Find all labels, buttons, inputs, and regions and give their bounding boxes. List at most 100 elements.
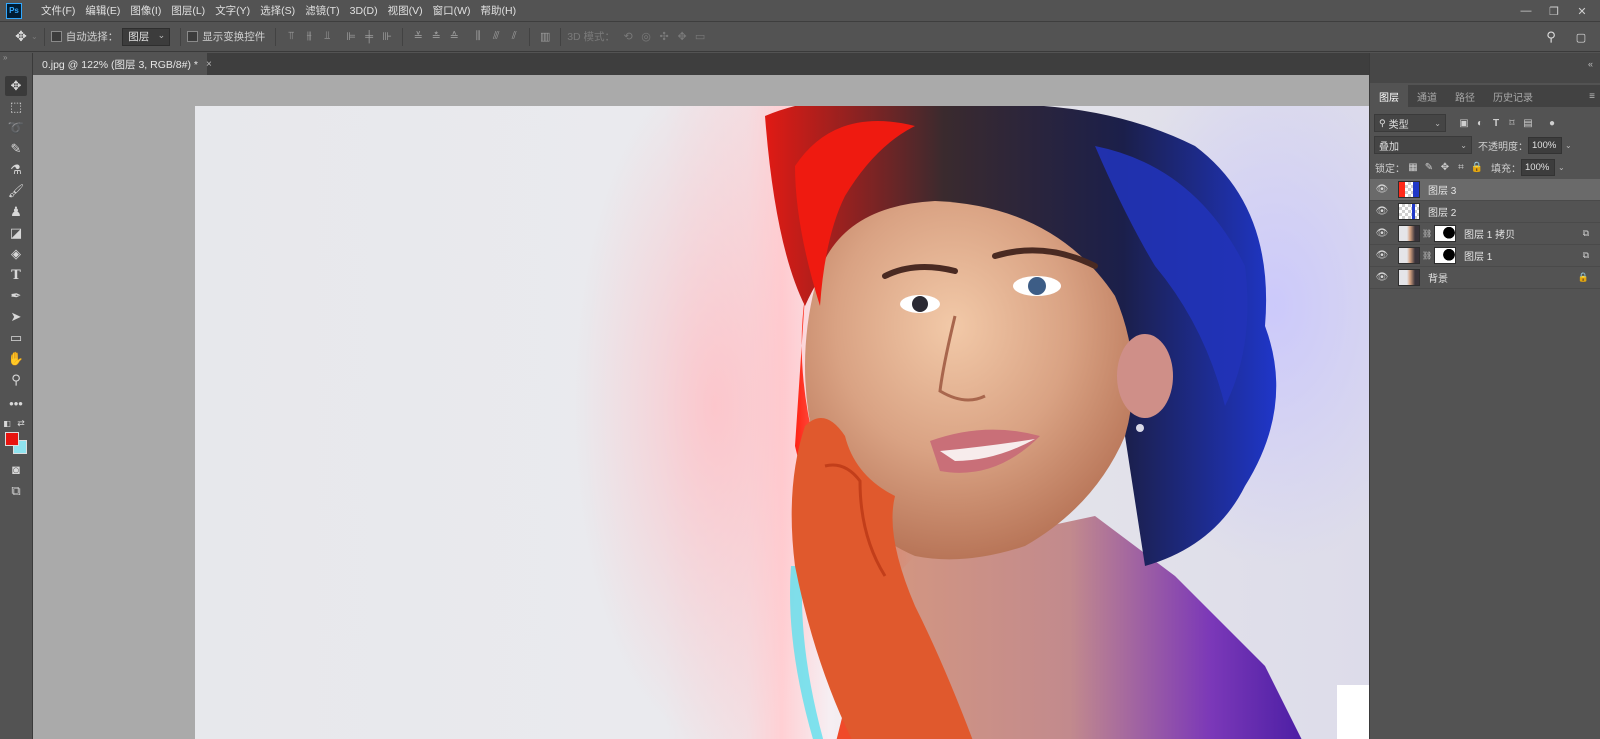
document-tab[interactable]: 0.jpg @ 122% (图层 3, RGB/8#) * × [33,53,212,75]
lock-image-icon[interactable]: ✎ [1421,159,1437,175]
menu-filter[interactable]: 滤镜(T) [300,0,344,22]
tab-layers[interactable]: 图层 [1370,85,1408,107]
blend-mode-dropdown[interactable]: 叠加 ⌄ [1374,136,1472,154]
menu-3d[interactable]: 3D(D) [345,0,383,22]
chevron-down-icon[interactable]: ⌄ [1558,163,1565,172]
tab-channels[interactable]: 通道 [1408,85,1446,107]
visibility-eye-icon[interactable]: 👁 [1370,272,1394,283]
visibility-eye-icon[interactable]: 👁 [1370,206,1394,217]
quick-select-tool-icon[interactable]: ✎ [5,139,27,159]
layer-row[interactable]: 👁 ⛓ 图层 1 拷贝 ⧉ [1370,223,1600,245]
filter-adjustment-icon[interactable]: ◐ [1472,115,1488,131]
distribute-top-icon[interactable]: ≚ [409,28,427,46]
close-button[interactable]: ✕ [1570,3,1594,19]
layer-mask-thumbnail[interactable] [1434,247,1456,264]
3d-orbit-icon[interactable]: ⟲ [619,28,637,46]
default-colors-icon[interactable]: ◧ [1,413,13,433]
layer-row[interactable]: 👁 ⛓ 图层 1 ⧉ [1370,245,1600,267]
align-bottom-icon[interactable]: ⫫ [318,28,336,46]
eyedropper-tool-icon[interactable]: ⚗ [5,160,27,180]
lock-transparent-icon[interactable]: ▦ [1405,159,1421,175]
3d-slide-icon[interactable]: ✥ [673,28,691,46]
marquee-tool-icon[interactable]: ⬚ [5,97,27,117]
menu-window[interactable]: 窗口(W) [428,0,476,22]
align-vertical-center-icon[interactable]: ⫵ [300,28,318,46]
align-horizontal-center-icon[interactable]: ╪ [360,28,378,46]
link-icon[interactable]: ⛓ [1422,251,1432,260]
tab-paths[interactable]: 路径 [1446,85,1484,107]
visibility-eye-icon[interactable]: 👁 [1370,184,1394,195]
distribute-right-icon[interactable]: ⫽ [505,28,523,46]
opacity-input[interactable]: 100% [1528,136,1562,154]
lasso-tool-icon[interactable]: ➰ [5,118,27,138]
quick-mask-icon[interactable]: ◙ [5,459,27,479]
lock-artboard-icon[interactable]: ⌗ [1453,159,1469,175]
pen-tool-icon[interactable]: ✒ [5,286,27,306]
link-icon[interactable]: ⛓ [1422,229,1432,238]
type-tool-icon[interactable]: T [5,265,27,285]
layer-row[interactable]: 👁 背景 🔒 [1370,267,1600,289]
eraser-tool-icon[interactable]: ◪ [5,223,27,243]
chevron-down-icon[interactable]: ⌄ [1565,141,1572,150]
filter-toggle-icon[interactable]: ● [1544,115,1560,131]
move-tool-icon[interactable]: ✥ [5,76,27,96]
more-tools-icon[interactable]: ••• [5,393,27,413]
chevron-down-icon[interactable]: ⌄ [31,32,38,41]
distribute-left-icon[interactable]: ⫼ [469,28,487,46]
canvas-area[interactable] [33,75,1369,739]
screen-mode-icon[interactable]: ⧉ [5,481,27,501]
visibility-eye-icon[interactable]: 👁 [1370,228,1394,239]
stamp-tool-icon[interactable]: ♟ [5,202,27,222]
menu-select[interactable]: 选择(S) [255,0,300,22]
visibility-eye-icon[interactable]: 👁 [1370,250,1394,261]
search-icon[interactable]: ⚲ [1542,28,1560,46]
menu-help[interactable]: 帮助(H) [476,0,522,22]
foreground-color-swatch[interactable] [5,432,19,446]
workspace-icon[interactable]: ▢ [1572,28,1590,46]
fill-input[interactable]: 100% [1521,158,1555,176]
swap-colors-icon[interactable]: ⇄ [15,413,27,433]
tab-history[interactable]: 历史记录 [1484,85,1542,107]
layer-row[interactable]: 👁 图层 2 [1370,201,1600,223]
show-transform-checkbox[interactable] [187,31,199,42]
menu-file[interactable]: 文件(F) [36,0,80,22]
hand-tool-icon[interactable]: ✋ [5,349,27,369]
auto-select-checkbox[interactable] [50,31,62,42]
3d-scale-icon[interactable]: ▭ [691,28,709,46]
close-tab-icon[interactable]: × [206,59,212,70]
auto-select-dropdown[interactable]: 图层 ⌄ [122,27,171,46]
panel-grip-icon[interactable]: » [3,53,7,62]
menu-layer[interactable]: 图层(L) [166,0,210,22]
auto-align-icon[interactable]: ▥ [536,28,554,46]
zoom-tool-icon[interactable]: ⚲ [5,370,27,390]
filter-pixel-icon[interactable]: ▣ [1456,115,1472,131]
menu-view[interactable]: 视图(V) [383,0,428,22]
layer-row[interactable]: 👁 图层 3 [1370,179,1600,201]
align-top-icon[interactable]: ⫪ [282,28,300,46]
layer-mask-thumbnail[interactable] [1434,225,1456,242]
filter-type-icon[interactable]: T [1488,115,1504,131]
distribute-horizontal-center-icon[interactable]: ⫻ [487,28,505,46]
shape-tool-icon[interactable]: ▭ [5,328,27,348]
filter-smart-object-icon[interactable]: ▤ [1520,115,1536,131]
brush-tool-icon[interactable]: 🖌 [5,181,27,201]
distribute-bottom-icon[interactable]: ≙ [445,28,463,46]
lock-all-icon[interactable]: 🔒 [1469,159,1485,175]
minimize-button[interactable]: — [1514,3,1538,19]
collapse-panel-icon[interactable]: « [1588,59,1593,69]
3d-pan-icon[interactable]: ✣ [655,28,673,46]
panel-menu-icon[interactable]: ≡ [1589,85,1595,107]
restore-button[interactable]: ❐ [1542,3,1566,19]
3d-roll-icon[interactable]: ◎ [637,28,655,46]
distribute-vertical-center-icon[interactable]: ≛ [427,28,445,46]
move-tool-preset-icon[interactable]: ✥ [12,28,30,46]
path-select-tool-icon[interactable]: ➤ [5,307,27,327]
menu-image[interactable]: 图像(I) [125,0,166,22]
canvas-document[interactable] [195,106,1369,739]
filter-shape-icon[interactable]: ⌑ [1504,115,1520,131]
paint-bucket-tool-icon[interactable]: ◈ [5,244,27,264]
align-right-icon[interactable]: ⊪ [378,28,396,46]
layer-filter-dropdown[interactable]: ⚲ 类型 ⌄ [1374,114,1446,132]
align-left-icon[interactable]: ⊫ [342,28,360,46]
lock-position-icon[interactable]: ✥ [1437,159,1453,175]
